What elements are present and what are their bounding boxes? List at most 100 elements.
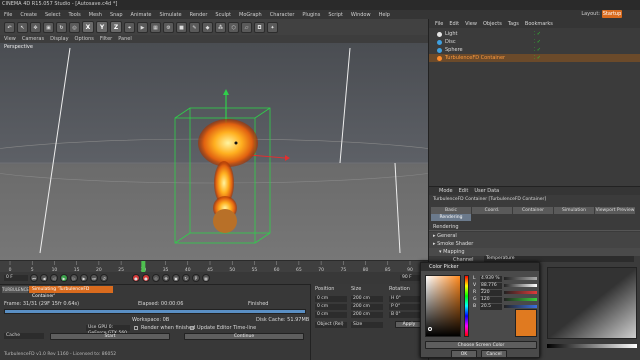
object-menu-file[interactable]: File [435, 21, 443, 27]
object-menu-objects[interactable]: Objects [483, 21, 502, 27]
gpu-select[interactable]: Use GPU 0: GeForce GTX 560 [86, 325, 130, 336]
channel-slider[interactable] [504, 305, 537, 308]
autokey-icon[interactable]: ● [142, 274, 150, 282]
update-editor-checkbox[interactable] [190, 326, 194, 330]
sim-continue-button[interactable]: Continue [184, 333, 304, 340]
ok-button[interactable]: OK [451, 350, 477, 358]
apply-button[interactable]: Apply [395, 321, 423, 328]
param-key-icon[interactable]: P [192, 274, 200, 282]
menu-snap[interactable]: Snap [106, 12, 127, 18]
tab-rendering[interactable]: Rendering [431, 214, 471, 221]
cache-select[interactable]: Cache [4, 333, 44, 339]
visibility-toggle-icon[interactable]: ⁚ ✓ [534, 47, 541, 53]
render-picture-viewer-icon[interactable]: ▦ [150, 21, 161, 33]
3d-viewport[interactable]: Perspective [0, 43, 428, 260]
pos-y-field[interactable]: 0 cm [315, 304, 347, 310]
floor-icon[interactable]: ▱ [241, 21, 252, 33]
pos-x-field[interactable]: 0 cm [315, 296, 347, 302]
attribute-menu-edit[interactable]: Edit [459, 188, 469, 194]
object-menu-tags[interactable]: Tags [508, 21, 519, 27]
sim-tab-turbulence[interactable]: TURBULENCE [2, 286, 29, 293]
cancel-button[interactable]: Cancel [481, 350, 507, 358]
viewport-menu-display[interactable]: Display [50, 36, 68, 42]
keyframe-selection-icon[interactable]: ◇ [152, 274, 160, 282]
render-when-finished-checkbox[interactable] [134, 326, 138, 330]
channel-value-field[interactable]: 4.939 % [480, 275, 502, 282]
nurbs-icon[interactable]: ◆ [202, 21, 213, 33]
menu-character[interactable]: Character [266, 12, 299, 18]
viewport-menu-panel[interactable]: Panel [118, 36, 132, 42]
play-icon[interactable]: ▶ [60, 274, 68, 282]
render-view-icon[interactable]: ▶ [137, 21, 148, 33]
scale-key-icon[interactable]: ▣ [172, 274, 180, 282]
menu-render[interactable]: Render [186, 12, 212, 18]
live-select-icon[interactable]: ◎ [69, 21, 80, 33]
channel-slider[interactable] [504, 277, 537, 280]
menu-tools[interactable]: Tools [64, 12, 84, 18]
mapping-gradient-bar[interactable] [547, 344, 637, 348]
rot-h-field[interactable]: H 0° [389, 296, 421, 302]
undo-icon[interactable]: ↶ [4, 21, 15, 33]
rotation-key-icon[interactable]: ↻ [182, 274, 190, 282]
light-icon[interactable]: ✦ [267, 21, 278, 33]
menu-help[interactable]: Help [375, 12, 394, 18]
tab-simulation[interactable]: Simulation [554, 207, 594, 214]
size-z-field[interactable]: 200 cm [351, 312, 383, 318]
channel-value-field[interactable]: 120 [480, 296, 502, 303]
attribute-menu-mode[interactable]: Mode [439, 188, 453, 194]
viewport-menu-filter[interactable]: Filter [100, 36, 112, 42]
rotate-tool-icon[interactable]: ↻ [56, 21, 67, 33]
size-y-field[interactable]: 200 cm [351, 304, 383, 310]
goto-end-icon[interactable]: ⏭ [90, 274, 98, 282]
choose-screen-color-button[interactable]: Choose Screen Color [425, 341, 537, 349]
saturation-value-field[interactable] [425, 275, 461, 337]
object-row[interactable]: Sphere ⁚ ✓ [429, 46, 640, 54]
menu-mograph[interactable]: MoGraph [235, 12, 266, 18]
menu-file[interactable]: File [0, 12, 16, 18]
coord-mode-select[interactable]: Object (Rel) [315, 322, 347, 328]
menu-window[interactable]: Window [347, 12, 375, 18]
channel-slider[interactable] [504, 298, 537, 301]
pos-z-field[interactable]: 0 cm [315, 312, 347, 318]
cube-icon[interactable]: ■ [176, 21, 187, 33]
group-mapping[interactable]: ▾ Mapping [429, 248, 640, 256]
object-menu-edit[interactable]: Edit [449, 21, 459, 27]
channel-slider[interactable] [504, 284, 537, 287]
pla-key-icon[interactable]: ▦ [202, 274, 210, 282]
axis-z-toggle[interactable]: Z [110, 21, 122, 33]
rot-b-field[interactable]: B 0° [389, 312, 421, 318]
menu-animate[interactable]: Animate [127, 12, 156, 18]
object-row[interactable]: TurbulenceFD Container ⁚ ✓ [429, 54, 640, 62]
object-menu-bookmarks[interactable]: Bookmarks [525, 21, 553, 27]
render-settings-icon[interactable]: ⚙ [163, 21, 174, 33]
visibility-toggle-icon[interactable]: ⁚ ✓ [534, 39, 541, 45]
menu-script[interactable]: Script [324, 12, 347, 18]
record-icon[interactable]: ● [132, 274, 140, 282]
sim-status-tab[interactable]: Simulating 'TurbulenceFD Container' [29, 286, 113, 299]
group-smoke-shader[interactable]: ▸ Smoke Shader [429, 240, 640, 248]
step-back-icon[interactable]: ◁ [50, 274, 58, 282]
group-general[interactable]: ▸ General [429, 232, 640, 240]
channel-value-field[interactable]: 88.776 % [480, 282, 502, 294]
select-tool-icon[interactable]: ↖ [17, 21, 28, 33]
axis-y-toggle[interactable]: Y [96, 21, 108, 33]
viewport-menu-view[interactable]: View [4, 36, 16, 42]
loop-icon[interactable]: ↺ [100, 274, 108, 282]
hue-slider[interactable] [464, 275, 469, 337]
axis-x-toggle[interactable]: X [82, 21, 94, 33]
menu-simulate[interactable]: Simulate [155, 12, 185, 18]
rot-p-field[interactable]: P 0° [389, 304, 421, 310]
deformer-icon[interactable]: ⬡ [228, 21, 239, 33]
object-menu-view[interactable]: View [465, 21, 477, 27]
sim-start-button[interactable]: Start [50, 333, 170, 340]
viewport-menu-cameras[interactable]: Cameras [22, 36, 44, 42]
scale-tool-icon[interactable]: ▣ [43, 21, 54, 33]
goto-start-icon[interactable]: ⏮ [30, 274, 38, 282]
prev-key-icon[interactable]: ◀ [40, 274, 48, 282]
channel-value-field[interactable]: 20.5 [480, 303, 502, 310]
tab-coord-[interactable]: Coord. [472, 207, 512, 214]
tab-container[interactable]: Container [513, 207, 553, 214]
attribute-menu-user-data[interactable]: User Data [474, 188, 499, 194]
step-forward-icon[interactable]: ▷ [70, 274, 78, 282]
timeline-ruler[interactable]: 051015202530354045505560657075808590 [0, 260, 428, 273]
